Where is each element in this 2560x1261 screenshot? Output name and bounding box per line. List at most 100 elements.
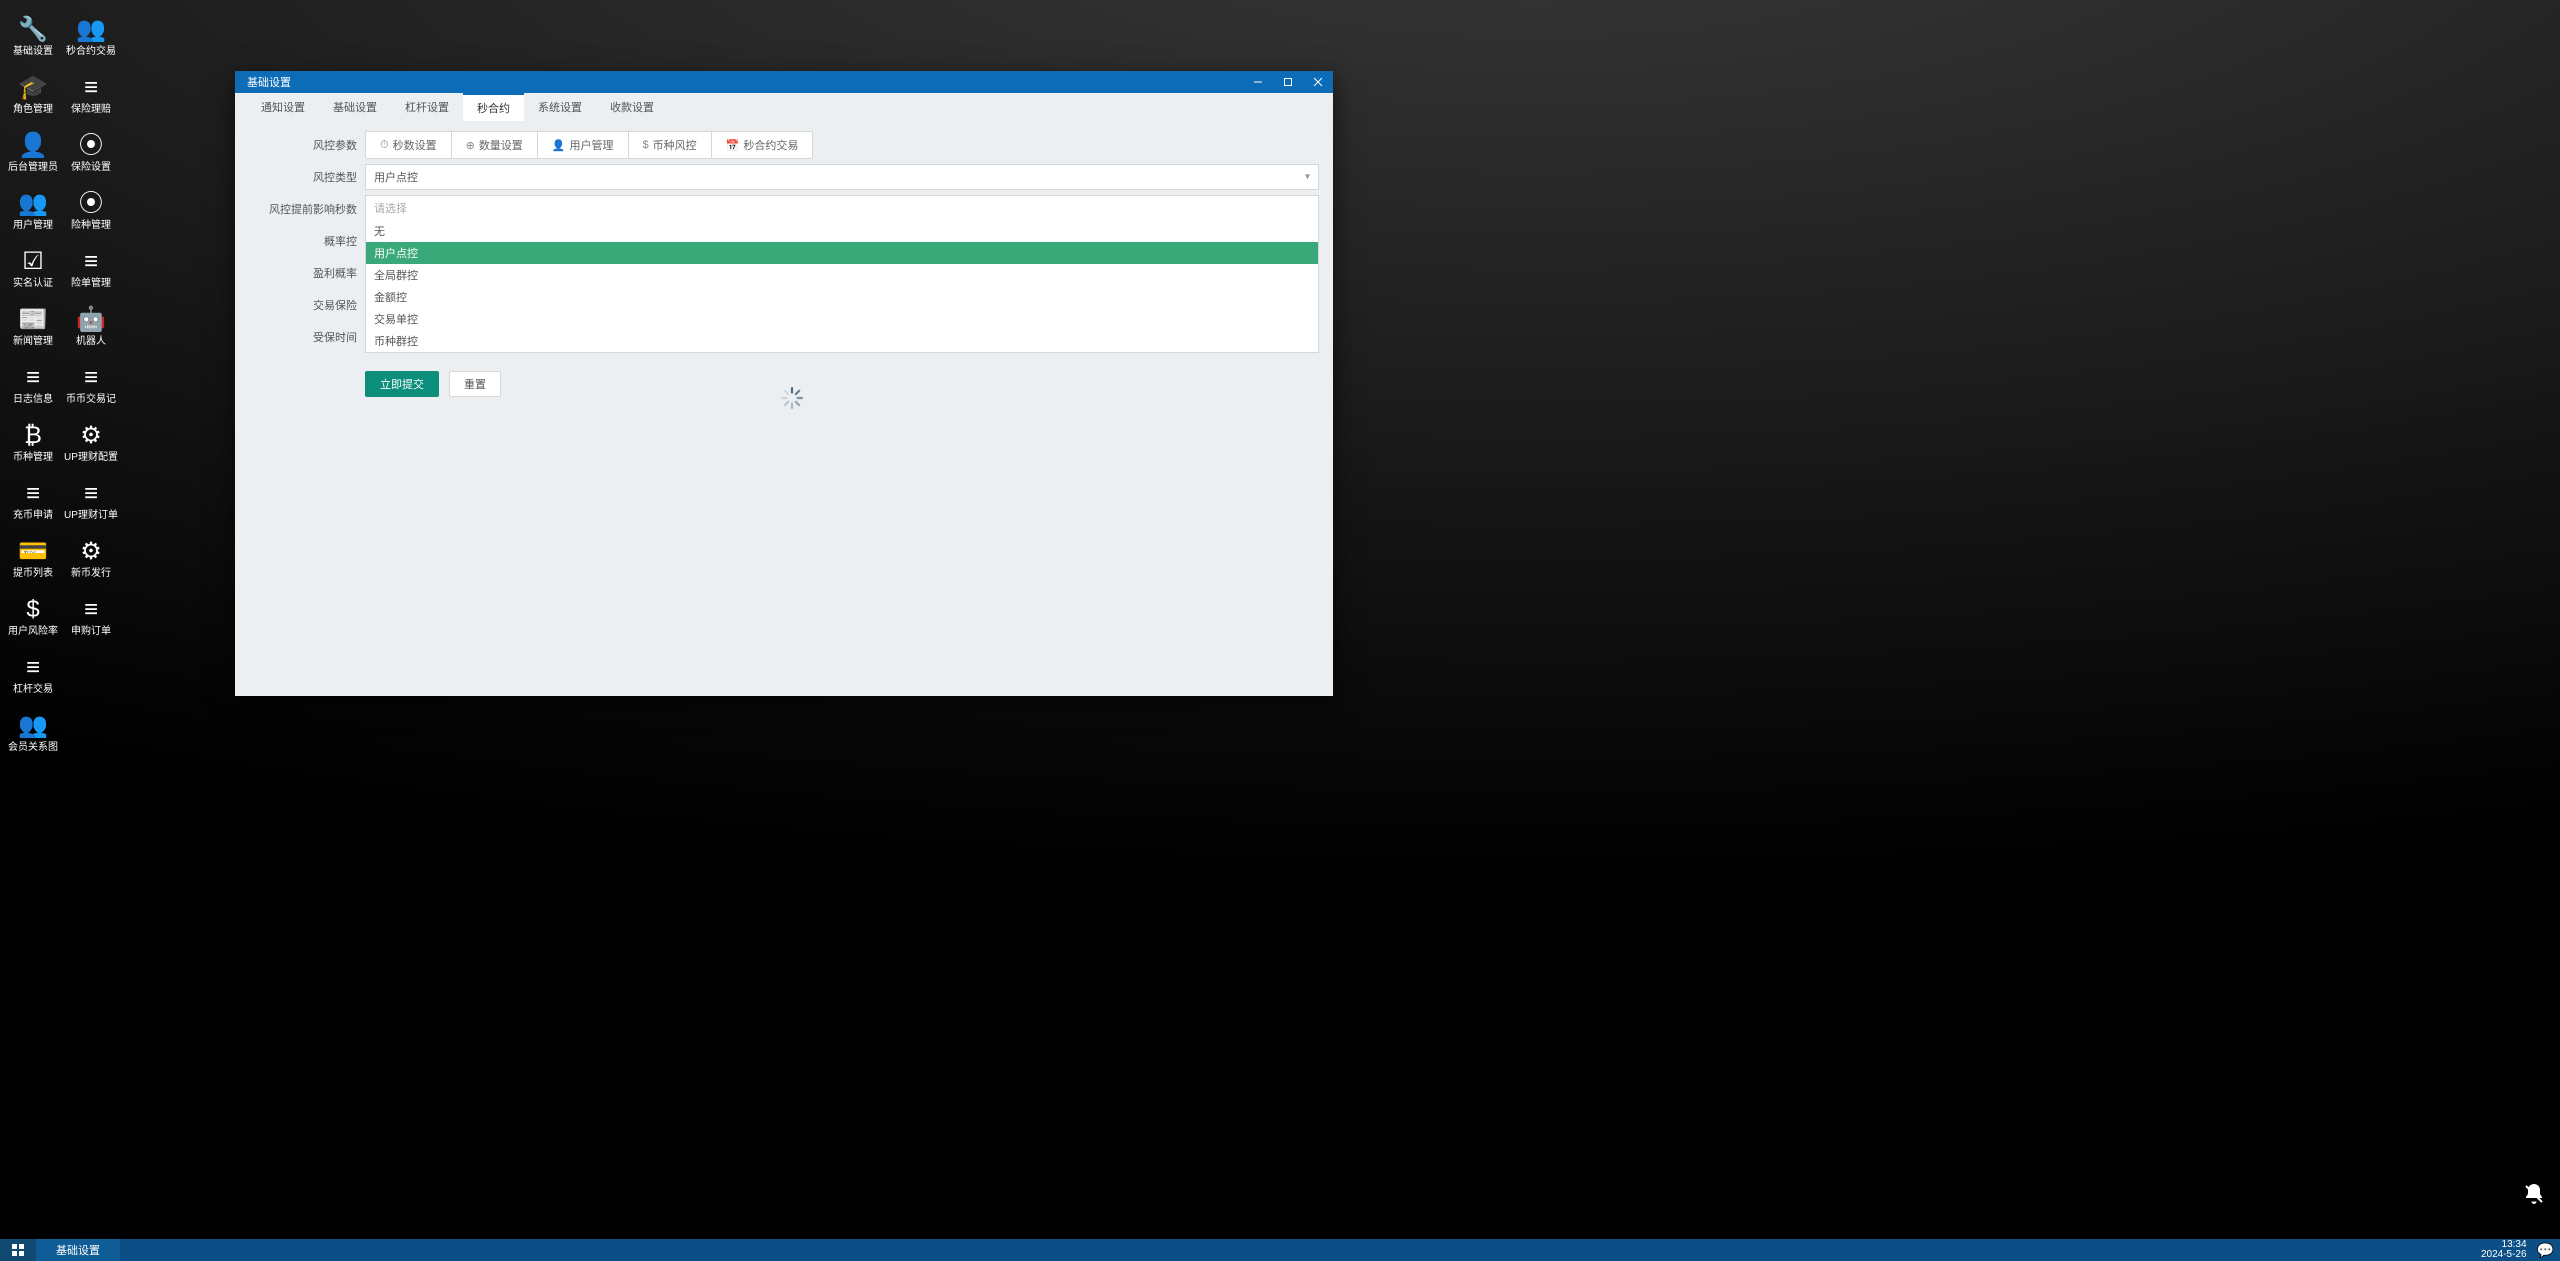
window-close-button[interactable] — [1303, 71, 1333, 93]
main-tab[interactable]: 杠杆设置 — [391, 93, 463, 121]
window-maximize-button[interactable] — [1273, 71, 1303, 93]
sub-tab[interactable]: 📅秒合约交易 — [712, 132, 813, 158]
desktop-icon[interactable]: ⦿ 保险设置 — [62, 120, 120, 178]
main-tab[interactable]: 系统设置 — [524, 93, 596, 121]
desktop-icon[interactable]: ≡UP理财订单 — [62, 468, 120, 526]
dropdown-search[interactable]: 请选择 — [366, 196, 1318, 220]
dropdown-option[interactable]: 交易单控 — [366, 308, 1318, 330]
taskbar: 基础设置 13:34 2024-5-26 💬 — [0, 1239, 2560, 1261]
desktop-icon[interactable]: ⚙新币发行 — [62, 526, 120, 584]
desktop-icon[interactable]: 🤖机器人 — [62, 294, 120, 352]
window-titlebar: 基础设置 — [235, 71, 1333, 93]
risk-type-value: 用户点控 — [374, 169, 418, 185]
desktop-icon-label: 秒合约交易 — [66, 46, 116, 58]
desktop-icon[interactable]: ☑实名认证 — [4, 236, 62, 294]
notification-bell-icon[interactable] — [2522, 1182, 2546, 1213]
desktop-icon[interactable]: ≡ 币币交易记 — [62, 352, 120, 410]
desktop-icon-label: 后台管理员 — [8, 162, 58, 174]
sub-tab-label: 秒数设置 — [393, 137, 437, 153]
desktop-icon[interactable]: ≡杠杆交易 — [4, 642, 62, 700]
desktop-icon[interactable]: ≡ 日志信息 — [4, 352, 62, 410]
desktop-icon-glyph: ≡ — [84, 364, 98, 392]
start-button[interactable] — [0, 1239, 36, 1261]
desktop-icon[interactable]: ⚙ UP理财配置 — [62, 410, 120, 468]
main-tabs: 通知设置基础设置杠杆设置秒合约系统设置收款设置 — [235, 93, 1333, 121]
desktop-icon[interactable]: 💳提币列表 — [4, 526, 62, 584]
desktop-icon[interactable]: $用户风险率 — [4, 584, 62, 642]
dropdown-option[interactable]: 金额控 — [366, 286, 1318, 308]
desktop-icon[interactable]: 👤 后台管理员 — [4, 120, 62, 178]
dropdown-option[interactable]: 全局群控 — [366, 264, 1318, 286]
desktop-icon-label: 角色管理 — [13, 104, 53, 116]
sub-tab-label: 用户管理 — [570, 137, 614, 153]
desktop-icon-label: 保险设置 — [71, 162, 111, 174]
main-tab[interactable]: 收款设置 — [596, 93, 668, 121]
desktop-icon[interactable]: 👥秒合约交易 — [62, 4, 120, 62]
taskbar-app-button[interactable]: 基础设置 — [36, 1239, 120, 1261]
desktop-icon[interactable]: ≡ 充币申请 — [4, 468, 62, 526]
desktop-icon-grid: 🔧基础设置👥秒合约交易 🎓 角色管理 ≡ 保险理赔 👤 后台管理员 ⦿ 保险设置 👥 用户管理 ⦿险种… — [4, 4, 120, 758]
desktop-icon-glyph: ⦿ — [79, 132, 103, 160]
reset-button[interactable]: 重置 — [449, 371, 501, 397]
sub-tab[interactable]: ⏱ 秒数设置 — [366, 132, 452, 158]
sub-tab-label: 币种风控 — [653, 137, 697, 153]
desktop-icon-glyph: 🎓 — [18, 74, 48, 102]
dropdown-option[interactable]: 无 — [366, 220, 1318, 242]
trade-insurance-label: 交易保险 — [235, 297, 365, 313]
sub-tab-label: 数量设置 — [479, 137, 523, 153]
dropdown-option[interactable]: 用户点控 — [366, 242, 1318, 264]
desktop-icon[interactable]: ≡险单管理 — [62, 236, 120, 294]
desktop-icon[interactable]: ≡ 保险理赔 — [62, 62, 120, 120]
main-tab[interactable]: 基础设置 — [319, 93, 391, 121]
profit-probability-label: 盈利概率 — [235, 265, 365, 281]
desktop-icon[interactable]: 🎓 角色管理 — [4, 62, 62, 120]
desktop-icon-glyph: ≡ — [26, 480, 40, 508]
main-tab[interactable]: 秒合约 — [463, 93, 524, 121]
desktop-icon-label: 日志信息 — [13, 394, 53, 406]
desktop-icon[interactable]: ≡申购订单 — [62, 584, 120, 642]
desktop-icon-label: 用户管理 — [13, 220, 53, 232]
sub-tabs: ⏱ 秒数设置 ⊕ 数量设置 👤用户管理 $ 币种风控 📅秒合约交易 — [365, 131, 813, 159]
tray-clock[interactable]: 13:34 2024-5-26 — [2481, 1240, 2527, 1260]
sub-tab-icon: ⊕ — [466, 139, 475, 152]
sub-tab-icon: $ — [643, 139, 649, 151]
desktop-icon-label: 充币申请 — [13, 510, 53, 522]
submit-button[interactable]: 立即提交 — [365, 371, 439, 397]
sub-tab[interactable]: $ 币种风控 — [629, 132, 712, 158]
desktop-icon-label: 保险理赔 — [71, 104, 111, 116]
desktop-icon[interactable]: ₿币种管理 — [4, 410, 62, 468]
desktop-icon[interactable]: 👥会员关系图 — [4, 700, 62, 758]
window-minimize-button[interactable] — [1243, 71, 1273, 93]
probability-label: 概率控 — [235, 233, 365, 249]
desktop-icon-label: 险单管理 — [71, 278, 111, 290]
desktop-icon-label: 提币列表 — [13, 568, 53, 580]
desktop-icon[interactable]: 📰新闻管理 — [4, 294, 62, 352]
desktop-icon-label: UP理财订单 — [64, 510, 118, 522]
sub-tab[interactable]: ⊕ 数量设置 — [452, 132, 538, 158]
desktop-icon-label: 机器人 — [76, 336, 106, 348]
sub-tab-icon: ⏱ — [380, 139, 389, 152]
tray-notification-icon[interactable]: 💬 — [2537, 1242, 2554, 1259]
desktop-icon-label: 会员关系图 — [8, 742, 58, 754]
desktop-icon[interactable]: ⦿险种管理 — [62, 178, 120, 236]
desktop-icon-label: 币种管理 — [13, 452, 53, 464]
desktop-icon-label: 币币交易记 — [66, 394, 116, 406]
desktop-icon-glyph: ≡ — [26, 364, 40, 392]
desktop-icon-label: UP理财配置 — [64, 452, 118, 464]
desktop-icon-glyph: 👤 — [18, 132, 48, 160]
desktop-icon[interactable]: 🔧基础设置 — [4, 4, 62, 62]
risk-type-select[interactable]: 用户点控 ▾ — [365, 164, 1319, 190]
main-tab[interactable]: 通知设置 — [247, 93, 319, 121]
desktop-icon-glyph: $ — [26, 596, 39, 624]
desktop-icon-glyph: ⚙ — [80, 422, 102, 450]
desktop-icon-glyph: 📰 — [18, 306, 48, 334]
desktop-icon[interactable]: 👥 用户管理 — [4, 178, 62, 236]
risk-type-label: 风控类型 — [235, 169, 365, 185]
desktop-icon-glyph: ≡ — [84, 74, 98, 102]
insured-time-label: 受保时间 — [235, 329, 365, 345]
dropdown-option[interactable]: 币种群控 — [366, 330, 1318, 352]
risk-param-label: 风控参数 — [235, 137, 365, 153]
desktop-icon-glyph: ☑ — [22, 248, 44, 276]
desktop-icon-glyph: 👥 — [18, 190, 48, 218]
sub-tab[interactable]: 👤用户管理 — [538, 132, 629, 158]
